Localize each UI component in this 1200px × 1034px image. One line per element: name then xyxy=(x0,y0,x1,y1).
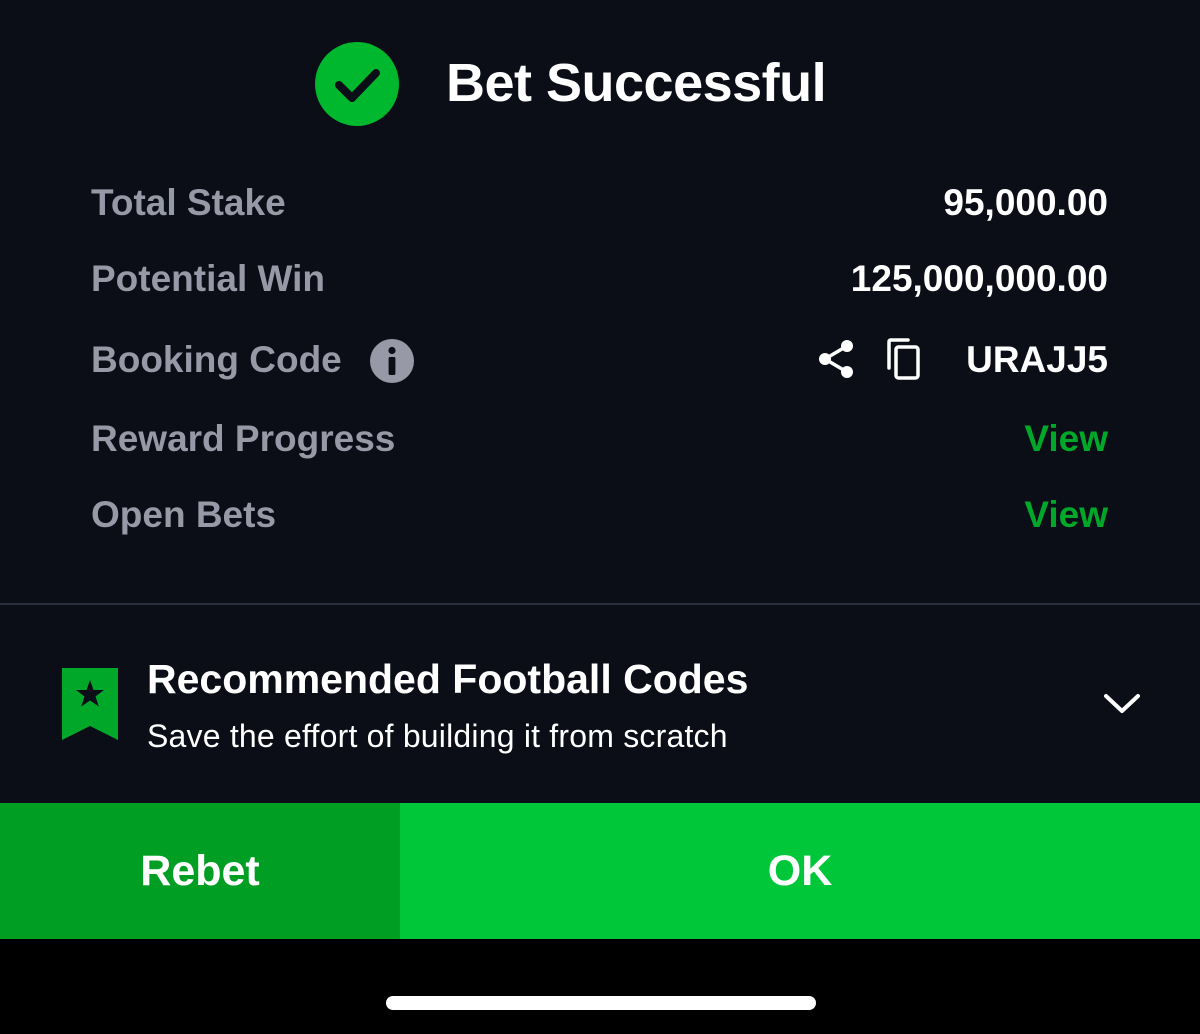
share-icon[interactable] xyxy=(814,337,858,381)
info-icon[interactable] xyxy=(370,339,414,383)
reward-progress-view-link[interactable]: View xyxy=(1024,417,1108,461)
potential-win-value: 125,000,000.00 xyxy=(850,258,1108,299)
reward-progress-label: Reward Progress xyxy=(91,418,396,459)
bookmark-star-icon xyxy=(62,668,118,740)
copy-icon[interactable] xyxy=(880,336,926,382)
booking-code-label: Booking Code xyxy=(91,339,342,380)
rebet-button[interactable]: Rebet xyxy=(0,803,400,939)
total-stake-value: 95,000.00 xyxy=(943,182,1108,223)
success-header: Bet Successful xyxy=(0,42,1200,126)
divider xyxy=(0,603,1200,605)
open-bets-view-link[interactable]: View xyxy=(1024,493,1108,537)
bet-success-panel: Bet Successful Total Stake 95,000.00 Pot… xyxy=(0,0,1200,803)
total-stake-label: Total Stake xyxy=(91,182,286,223)
booking-code-value[interactable]: URAJJ5 xyxy=(966,338,1108,382)
recommended-subtitle: Save the effort of building it from scra… xyxy=(147,718,728,754)
potential-win-label: Potential Win xyxy=(91,258,325,299)
open-bets-label: Open Bets xyxy=(91,494,277,535)
ok-button[interactable]: OK xyxy=(400,803,1200,939)
home-indicator xyxy=(386,996,816,1010)
chevron-down-icon[interactable] xyxy=(1100,684,1144,724)
recommended-title[interactable]: Recommended Football Codes xyxy=(147,654,748,704)
page-title: Bet Successful xyxy=(446,53,827,113)
check-circle-icon xyxy=(315,42,399,126)
